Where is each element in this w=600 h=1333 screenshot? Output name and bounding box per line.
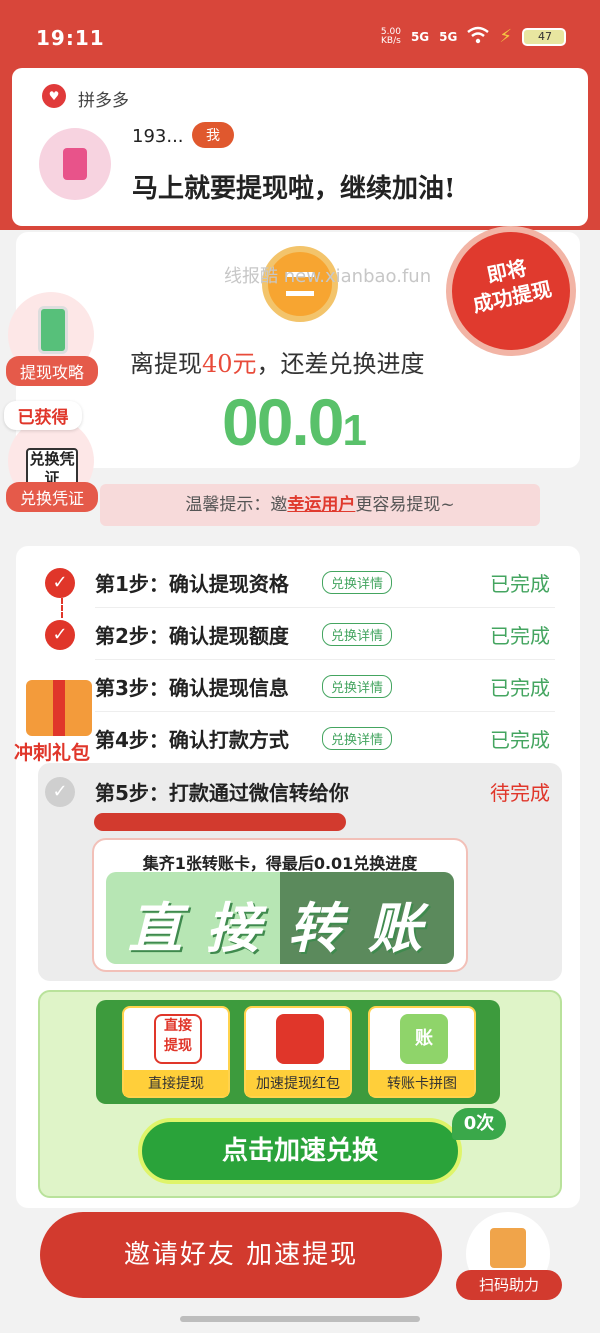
detail-button[interactable]: 兑换详情 xyxy=(322,675,393,698)
direct-withdraw-tool[interactable]: 直接 提现 直接提现 xyxy=(122,1006,230,1098)
qr-code-icon xyxy=(490,1228,526,1268)
invite-friends-button[interactable]: 邀请好友 加速提现 xyxy=(40,1212,442,1298)
direct-withdraw-icon: 直接 提现 xyxy=(154,1014,202,1064)
step-state: 已完成 xyxy=(490,676,550,700)
tip-highlight: 幸运用户 xyxy=(287,495,356,515)
speed-red-packet-tool[interactable]: 加速提现红包 xyxy=(244,1006,352,1098)
notification-message: 马上就要提现啦，继续加油! xyxy=(132,174,456,204)
wifi-icon xyxy=(467,26,490,47)
watermark: 线报酷 new.xianbao.fun xyxy=(224,266,432,287)
step-state: 待完成 xyxy=(490,781,550,805)
transfer-card-puzzle-tool[interactable]: 账 转账卡拼图 xyxy=(368,1006,476,1098)
direct-transfer-puzzle[interactable]: 直 接 转 账 xyxy=(106,872,454,964)
obtained-label: 已获得 xyxy=(4,401,82,430)
transfer-card-icon: 账 xyxy=(400,1014,448,1064)
status-time: 19:11 xyxy=(36,26,105,50)
exchange-count-badge: 0次 xyxy=(452,1108,506,1140)
charging-icon: ⚡ xyxy=(499,26,512,47)
voucher-button[interactable]: 兑换凭证 兑换凭证 xyxy=(6,418,98,512)
step-5: ✓ 第5步：打款通过微信转给你 待完成 xyxy=(40,765,560,817)
notification-card[interactable]: ♥ 拼多多 193... 我 马上就要提现啦，继续加油! xyxy=(12,68,588,226)
distance-text: 离提现40元，还差兑换进度 xyxy=(130,350,425,378)
gift-package-icon[interactable] xyxy=(18,660,100,740)
step-2: ✓ 第2步：确认提现额度 兑换详情 已完成 xyxy=(40,608,560,660)
app-name: 拼多多 xyxy=(78,91,129,111)
progress-value: 00.01 xyxy=(222,385,367,459)
step-state: 已完成 xyxy=(490,728,550,752)
user-name: 193... xyxy=(132,126,184,147)
step-state: 已完成 xyxy=(490,572,550,596)
collect-text: 集齐1张转账卡，得最后0.01兑换进度 xyxy=(142,854,418,873)
status-bar: 19:11 5.00 KB/s 5G 5G ⚡ 47 xyxy=(0,0,600,70)
detail-button[interactable]: 兑换详情 xyxy=(322,623,393,646)
strategy-button[interactable]: 提现攻略 xyxy=(6,292,98,386)
check-icon: ✓ xyxy=(45,568,75,598)
speed-exchange-button[interactable]: 点击加速兑换 xyxy=(138,1118,462,1184)
check-icon: ✓ xyxy=(45,620,75,650)
step-3: 第3步：确认提现信息 兑换详情 已完成 xyxy=(40,660,560,712)
sim2-signal-icon: 5G xyxy=(439,29,458,44)
home-indicator[interactable] xyxy=(180,1316,420,1322)
gift-package-label[interactable]: 冲刺礼包 xyxy=(14,738,90,765)
red-envelope-icon xyxy=(276,1014,324,1064)
step-1: ✓ 第1步：确认提现资格 兑换详情 已完成 xyxy=(40,556,560,608)
step-5-progress-bar xyxy=(94,813,346,831)
tip-banner: 温馨提示：邀幸运用户更容易提现~ xyxy=(100,484,540,526)
phone-icon xyxy=(38,306,68,354)
sim1-signal-icon: 5G xyxy=(410,29,430,44)
step-state: 已完成 xyxy=(490,624,550,648)
detail-button[interactable]: 兑换详情 xyxy=(322,727,393,750)
net-speed: 5.00 KB/s xyxy=(380,26,401,46)
me-tag: 我 xyxy=(192,122,234,148)
tools-row: 直接 提现 直接提现 加速提现红包 账 转账卡拼图 xyxy=(96,1000,500,1104)
detail-button[interactable]: 兑换详情 xyxy=(322,571,393,594)
distance-amount: 40元 xyxy=(202,350,257,378)
step-4: 第4步：确认打款方式 兑换详情 已完成 xyxy=(40,712,560,764)
cup-icon xyxy=(63,148,87,180)
battery-icon: 47 xyxy=(522,27,566,46)
check-icon: ✓ xyxy=(45,777,75,807)
status-icons: 5.00 KB/s 5G 5G ⚡ 47 xyxy=(381,26,566,47)
avatar xyxy=(39,128,111,200)
scan-help-label[interactable]: 扫码助力 xyxy=(456,1270,562,1300)
pinduoduo-logo-icon: ♥ xyxy=(42,84,66,108)
